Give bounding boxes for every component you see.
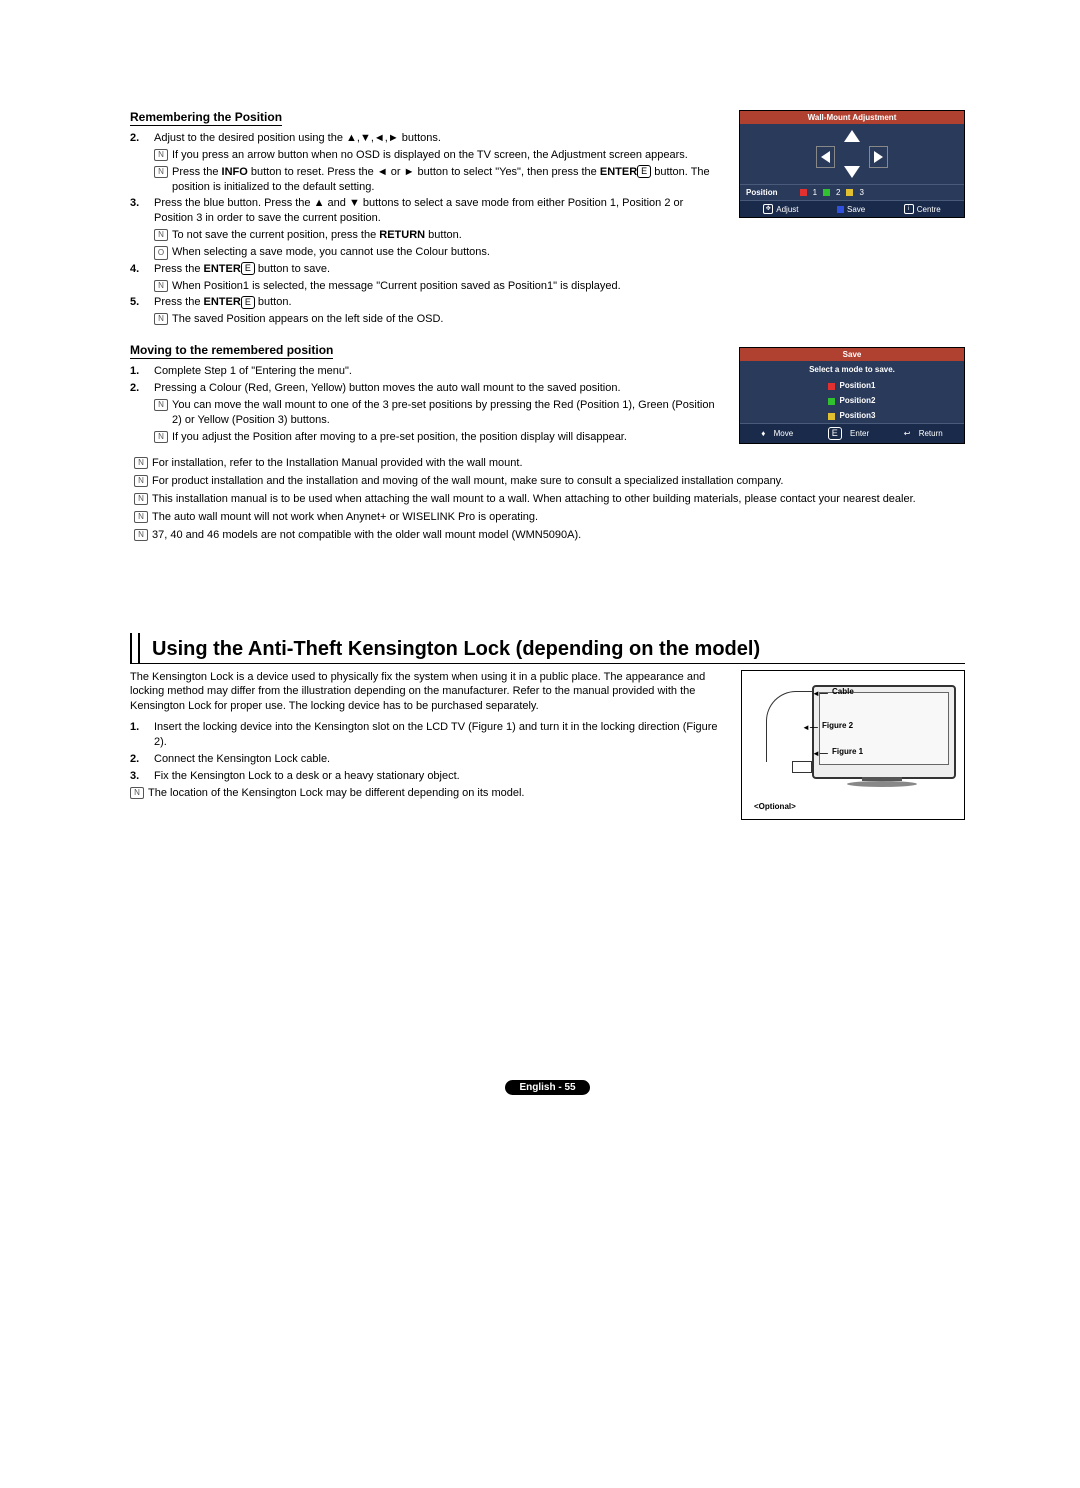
step2-text: Adjust to the desired position using the… <box>154 132 441 144</box>
osd1-save: Save <box>847 205 865 214</box>
enter-icon: E <box>241 296 255 309</box>
osd2-move: Move <box>774 429 794 438</box>
osd2-pos2: Position2 <box>839 396 875 405</box>
enter-icon: E <box>637 165 651 178</box>
step-5: 5. Press the ENTERE button. NThe saved P… <box>130 295 719 327</box>
osd2-enter: Enter <box>850 429 869 438</box>
yellow-square-icon <box>846 189 853 196</box>
osd2-title: Save <box>740 348 964 361</box>
label-cable: Cable <box>832 687 854 696</box>
osd1-title: Wall-Mount Adjustment <box>740 111 964 124</box>
return-icon: ↩ <box>904 429 911 438</box>
kensington-intro: The Kensington Lock is a device used to … <box>130 670 726 715</box>
kensington-figure: ◄— Cable ◄— Figure 2 ◄— Figure 1 <Option… <box>741 670 965 820</box>
gen-note-4: 37, 40 and 46 models are not compatible … <box>152 529 581 541</box>
arrow-down-icon <box>844 166 860 178</box>
blue-square-icon <box>837 206 844 213</box>
step3-note-b: When selecting a save mode, you cannot u… <box>172 246 490 258</box>
heading-remembering: Remembering the Position <box>130 110 282 126</box>
osd-wall-mount: Wall-Mount Adjustment Position 1 2 3 ✥Ad… <box>739 110 965 218</box>
osd2-pos1: Position1 <box>839 381 875 390</box>
kens-step3-text: Fix the Kensington Lock to a desk or a h… <box>154 770 460 782</box>
enter-icon: E <box>241 262 255 275</box>
note-icon: N <box>154 399 168 411</box>
osd1-centre: Centre <box>917 205 941 214</box>
note-icon: N <box>154 166 168 178</box>
yellow-square-icon <box>828 413 835 420</box>
note-icon: N <box>134 457 148 469</box>
step5-text: Press the ENTERE button. <box>154 296 292 308</box>
lock-icon <box>792 761 812 773</box>
osd1-pos2: 2 <box>836 188 840 197</box>
note-icon: N <box>154 229 168 241</box>
green-square-icon <box>823 189 830 196</box>
osd1-adjust: Adjust <box>776 205 798 214</box>
kens-step1-text: Insert the locking device into the Kensi… <box>154 721 718 748</box>
osd1-pos1: 1 <box>813 188 817 197</box>
kens-step-3: 3.Fix the Kensington Lock to a desk or a… <box>130 769 726 784</box>
label-optional: <Optional> <box>754 802 796 811</box>
tv-illustration <box>812 685 956 779</box>
arrow-up-icon <box>844 130 860 142</box>
remote-icon: O <box>154 246 168 260</box>
step5-note-a: The saved Position appears on the left s… <box>172 313 444 325</box>
step-4: 4. Press the ENTERE button to save. NWhe… <box>130 262 719 294</box>
osd2-pos3: Position3 <box>839 411 875 420</box>
label-figure1: Figure 1 <box>832 747 863 756</box>
move-step1-text: Complete Step 1 of "Entering the menu". <box>154 365 352 377</box>
heading-marker-icon <box>130 633 140 663</box>
note-icon: N <box>134 493 148 505</box>
osd2-return: Return <box>919 429 943 438</box>
heading-kensington: Using the Anti-Theft Kensington Lock (de… <box>152 638 760 663</box>
gen-note-3: The auto wall mount will not work when A… <box>152 511 538 523</box>
note-icon: N <box>130 787 144 799</box>
gen-note-2: This installation manual is to be used w… <box>152 493 916 505</box>
note-icon: N <box>134 529 148 541</box>
kens-step-1: 1.Insert the locking device into the Ken… <box>130 720 726 750</box>
heading-moving: Moving to the remembered position <box>130 343 333 359</box>
note-icon: N <box>154 431 168 443</box>
step2-note-b: Press the INFO button to reset. Press th… <box>172 166 710 193</box>
move-icon: ♦ <box>761 429 765 438</box>
move-note-b: If you adjust the Position after moving … <box>172 431 627 443</box>
osd1-pos3: 3 <box>859 188 863 197</box>
kens-step-2: 2.Connect the Kensington Lock cable. <box>130 752 726 767</box>
move-step-1: 1.Complete Step 1 of "Entering the menu"… <box>130 364 719 379</box>
label-figure2: Figure 2 <box>822 721 853 730</box>
green-square-icon <box>828 398 835 405</box>
step4-text: Press the ENTERE button to save. <box>154 263 330 275</box>
osd2-subtitle: Select a mode to save. <box>740 361 964 378</box>
arrow-right-icon <box>874 151 883 163</box>
step3-text: Press the blue button. Press the ▲ and ▼… <box>154 197 683 224</box>
red-square-icon <box>800 189 807 196</box>
arrow-left-icon <box>821 151 830 163</box>
move-step2-text: Pressing a Colour (Red, Green, Yellow) b… <box>154 382 621 394</box>
adjust-icon: ✥ <box>763 204 773 214</box>
step2-note-a: If you press an arrow button when no OSD… <box>172 149 688 161</box>
step4-note-a: When Position1 is selected, the message … <box>172 280 621 292</box>
note-icon: N <box>154 313 168 325</box>
note-icon: N <box>134 511 148 523</box>
gen-note-1: For product installation and the install… <box>152 475 783 487</box>
note-icon: N <box>154 149 168 161</box>
osd1-position-label: Position <box>746 188 778 197</box>
osd-save: Save Select a mode to save. Position1 Po… <box>739 347 965 444</box>
note-icon: N <box>154 280 168 292</box>
kens-step2-text: Connect the Kensington Lock cable. <box>154 753 330 765</box>
page-footer: English - 55 <box>505 1080 589 1095</box>
enter-icon: E <box>828 427 842 440</box>
move-step-2: 2.Pressing a Colour (Red, Green, Yellow)… <box>130 381 719 444</box>
note-icon: N <box>134 475 148 487</box>
info-icon: i <box>904 204 914 214</box>
step-2: 2. Adjust to the desired position using … <box>130 131 719 194</box>
step3-note-a: To not save the current position, press … <box>172 229 462 241</box>
step-3: 3. Press the blue button. Press the ▲ an… <box>130 196 719 259</box>
red-square-icon <box>828 383 835 390</box>
gen-note-0: For installation, refer to the Installat… <box>152 457 523 469</box>
move-note-a: You can move the wall mount to one of th… <box>172 399 715 426</box>
kens-note: The location of the Kensington Lock may … <box>148 787 525 799</box>
